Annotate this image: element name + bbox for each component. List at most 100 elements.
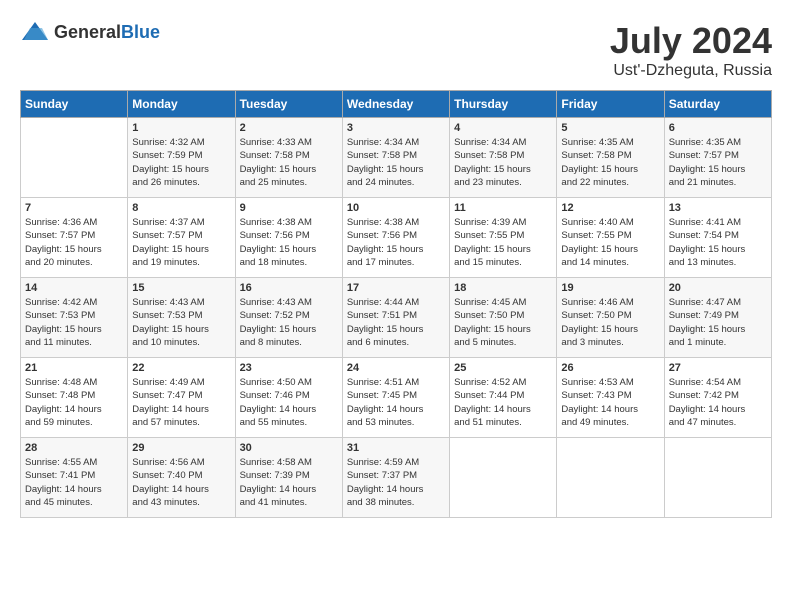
calendar-cell: 1 Sunrise: 4:32 AMSunset: 7:59 PMDaylight… (128, 118, 235, 198)
calendar-cell: 3Sunrise: 4:34 AMSunset: 7:58 PMDaylight… (342, 118, 449, 198)
calendar-cell: 28Sunrise: 4:55 AMSunset: 7:41 PMDayligh… (21, 438, 128, 518)
day-number: 14 (25, 282, 123, 294)
calendar-cell (450, 438, 557, 518)
day-number: 9 (240, 202, 338, 214)
calendar-cell: 6 Sunrise: 4:35 AMSunset: 7:57 PMDaylight… (664, 118, 771, 198)
day-number: 2 (240, 122, 338, 134)
day-header-saturday: Saturday (664, 91, 771, 118)
logo-icon (20, 20, 50, 44)
calendar-week-row: 14Sunrise: 4:42 AMSunset: 7:53 PMDayligh… (21, 278, 772, 358)
day-number: 23 (240, 362, 338, 374)
calendar-cell (664, 438, 771, 518)
calendar-cell: 21 Sunrise: 4:48 AMSunset: 7:48 PMDayligh… (21, 358, 128, 438)
calendar-cell: 22 Sunrise: 4:49 AMSunset: 7:47 PMDayligh… (128, 358, 235, 438)
day-header-friday: Friday (557, 91, 664, 118)
cell-content: Sunrise: 4:41 AMSunset: 7:54 PMDaylight:… (669, 216, 767, 269)
cell-content: Sunrise: 4:43 AMSunset: 7:52 PMDaylight:… (240, 296, 338, 349)
cell-content: Sunrise: 4:56 AMSunset: 7:40 PMDaylight:… (132, 456, 230, 509)
cell-content: Sunrise: 4:40 AMSunset: 7:55 PMDaylight:… (561, 216, 659, 269)
cell-content: Sunrise: 4:53 AMSunset: 7:43 PMDaylight:… (561, 376, 659, 429)
calendar-week-row: 21 Sunrise: 4:48 AMSunset: 7:48 PMDayligh… (21, 358, 772, 438)
calendar-cell: 4Sunrise: 4:34 AMSunset: 7:58 PMDaylight… (450, 118, 557, 198)
calendar-cell (557, 438, 664, 518)
day-number: 30 (240, 442, 338, 454)
day-number: 22 (132, 362, 230, 374)
cell-content: Sunrise: 4:43 AMSunset: 7:53 PMDaylight:… (132, 296, 230, 349)
cell-content: Sunrise: 4:37 AMSunset: 7:57 PMDaylight:… (132, 216, 230, 269)
cell-content: Sunrise: 4:39 AMSunset: 7:55 PMDaylight:… (454, 216, 552, 269)
day-number: 18 (454, 282, 552, 294)
day-number: 28 (25, 442, 123, 454)
cell-content: Sunrise: 4:49 AMSunset: 7:47 PMDaylight:… (132, 376, 230, 429)
cell-content: Sunrise: 4:52 AMSunset: 7:44 PMDaylight:… (454, 376, 552, 429)
calendar-cell: 17 Sunrise: 4:44 AMSunset: 7:51 PMDayligh… (342, 278, 449, 358)
day-number: 13 (669, 202, 767, 214)
calendar-week-row: 1 Sunrise: 4:32 AMSunset: 7:59 PMDaylight… (21, 118, 772, 198)
day-number: 5 (561, 122, 659, 134)
day-number: 25 (454, 362, 552, 374)
day-number: 27 (669, 362, 767, 374)
day-number: 21 (25, 362, 123, 374)
calendar-cell: 2 Sunrise: 4:33 AMSunset: 7:58 PMDaylight… (235, 118, 342, 198)
calendar-table: SundayMondayTuesdayWednesdayThursdayFrid… (20, 90, 772, 518)
calendar-cell: 26 Sunrise: 4:53 AMSunset: 7:43 PMDayligh… (557, 358, 664, 438)
cell-content: Sunrise: 4:59 AMSunset: 7:37 PMDaylight:… (347, 456, 445, 509)
calendar-cell: 16Sunrise: 4:43 AMSunset: 7:52 PMDayligh… (235, 278, 342, 358)
day-number: 12 (561, 202, 659, 214)
calendar-cell: 18Sunrise: 4:45 AMSunset: 7:50 PMDayligh… (450, 278, 557, 358)
calendar-cell: 13 Sunrise: 4:41 AMSunset: 7:54 PMDayligh… (664, 198, 771, 278)
calendar-cell: 25 Sunrise: 4:52 AMSunset: 7:44 PMDayligh… (450, 358, 557, 438)
calendar-cell: 24 Sunrise: 4:51 AMSunset: 7:45 PMDayligh… (342, 358, 449, 438)
cell-content: Sunrise: 4:46 AMSunset: 7:50 PMDaylight:… (561, 296, 659, 349)
cell-content: Sunrise: 4:38 AMSunset: 7:56 PMDaylight:… (240, 216, 338, 269)
day-number: 6 (669, 122, 767, 134)
calendar-cell: 11 Sunrise: 4:39 AMSunset: 7:55 PMDayligh… (450, 198, 557, 278)
month-title: July 2024 (610, 20, 772, 62)
cell-content: Sunrise: 4:35 AMSunset: 7:57 PMDaylight:… (669, 136, 767, 189)
day-number: 19 (561, 282, 659, 294)
calendar-cell: 19 Sunrise: 4:46 AMSunset: 7:50 PMDayligh… (557, 278, 664, 358)
day-number: 10 (347, 202, 445, 214)
cell-content: Sunrise: 4:54 AMSunset: 7:42 PMDaylight:… (669, 376, 767, 429)
cell-content: Sunrise: 4:35 AMSunset: 7:58 PMDaylight:… (561, 136, 659, 189)
day-header-sunday: Sunday (21, 91, 128, 118)
title-area: July 2024 Ust'-Dzheguta, Russia (610, 20, 772, 80)
cell-content: Sunrise: 4:32 AMSunset: 7:59 PMDaylight:… (132, 136, 230, 189)
day-number: 20 (669, 282, 767, 294)
day-number: 4 (454, 122, 552, 134)
day-number: 7 (25, 202, 123, 214)
cell-content: Sunrise: 4:36 AMSunset: 7:57 PMDaylight:… (25, 216, 123, 269)
day-header-monday: Monday (128, 91, 235, 118)
day-number: 3 (347, 122, 445, 134)
calendar-cell: 8 Sunrise: 4:37 AMSunset: 7:57 PMDaylight… (128, 198, 235, 278)
cell-content: Sunrise: 4:50 AMSunset: 7:46 PMDaylight:… (240, 376, 338, 429)
day-number: 1 (132, 122, 230, 134)
calendar-cell: 10 Sunrise: 4:38 AMSunset: 7:56 PMDayligh… (342, 198, 449, 278)
calendar-cell (21, 118, 128, 198)
calendar-cell: 30 Sunrise: 4:58 AMSunset: 7:39 PMDayligh… (235, 438, 342, 518)
day-number: 15 (132, 282, 230, 294)
calendar-cell: 31 Sunrise: 4:59 AMSunset: 7:37 PMDayligh… (342, 438, 449, 518)
day-number: 17 (347, 282, 445, 294)
cell-content: Sunrise: 4:58 AMSunset: 7:39 PMDaylight:… (240, 456, 338, 509)
day-number: 31 (347, 442, 445, 454)
day-number: 29 (132, 442, 230, 454)
location-title: Ust'-Dzheguta, Russia (610, 62, 772, 80)
day-header-wednesday: Wednesday (342, 91, 449, 118)
calendar-header-row: SundayMondayTuesdayWednesdayThursdayFrid… (21, 91, 772, 118)
calendar-cell: 9 Sunrise: 4:38 AMSunset: 7:56 PMDaylight… (235, 198, 342, 278)
calendar-cell: 15 Sunrise: 4:43 AMSunset: 7:53 PMDayligh… (128, 278, 235, 358)
cell-content: Sunrise: 4:44 AMSunset: 7:51 PMDaylight:… (347, 296, 445, 349)
day-number: 26 (561, 362, 659, 374)
day-number: 8 (132, 202, 230, 214)
cell-content: Sunrise: 4:33 AMSunset: 7:58 PMDaylight:… (240, 136, 338, 189)
day-number: 11 (454, 202, 552, 214)
calendar-cell: 29 Sunrise: 4:56 AMSunset: 7:40 PMDayligh… (128, 438, 235, 518)
calendar-cell: 7 Sunrise: 4:36 AMSunset: 7:57 PMDaylight… (21, 198, 128, 278)
day-number: 24 (347, 362, 445, 374)
day-header-tuesday: Tuesday (235, 91, 342, 118)
calendar-week-row: 7 Sunrise: 4:36 AMSunset: 7:57 PMDaylight… (21, 198, 772, 278)
cell-content: Sunrise: 4:51 AMSunset: 7:45 PMDaylight:… (347, 376, 445, 429)
cell-content: Sunrise: 4:38 AMSunset: 7:56 PMDaylight:… (347, 216, 445, 269)
cell-content: Sunrise: 4:48 AMSunset: 7:48 PMDaylight:… (25, 376, 123, 429)
